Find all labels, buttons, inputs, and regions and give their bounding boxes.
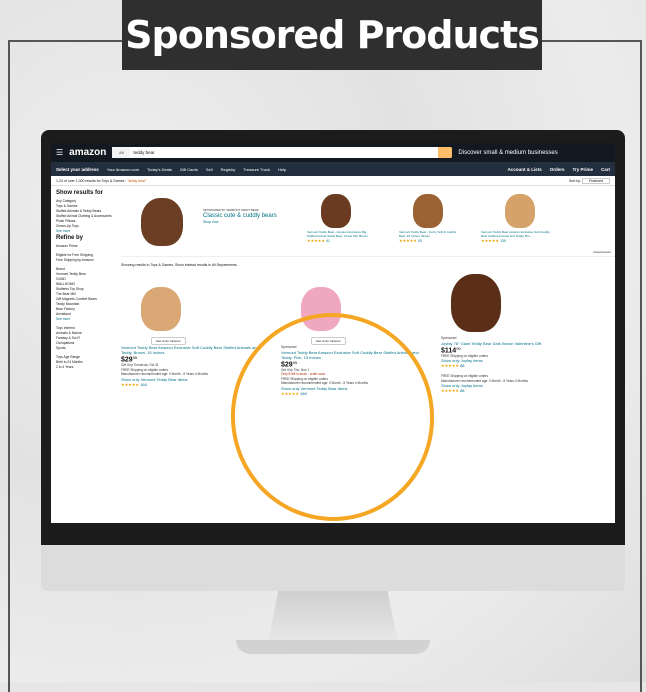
sort-label: Sort by: [568,178,581,183]
monitor-chin [41,545,625,591]
review-count[interactable]: 93 [418,239,422,243]
age-item[interactable]: 2 to 4 Years [56,365,112,370]
nav-link[interactable]: Treasure Truck [243,167,270,172]
color-options-button[interactable]: See Color Options [151,337,186,345]
sidebar-heading: Show results for [56,190,104,196]
star-rating: ★★★★★ [307,238,325,244]
sidebar-item[interactable]: Free Shipping by Amazon [56,258,112,263]
price: $114 [441,346,457,354]
star-rating: ★★★★★ [121,381,139,387]
bear-image[interactable] [505,194,535,228]
results-bar: 1-24 of over 1,000 results for Toys & Ga… [51,176,615,186]
review-count[interactable]: 168 [140,382,147,387]
search-bar[interactable]: All teddy bear [112,147,453,158]
headline-ad: SPONSORED BY VERMONT TEDDY BEAR Classic … [121,186,615,257]
results-query: "teddy bear" [127,178,147,183]
banner-title: Sponsored Products [125,13,540,57]
nav-link[interactable]: Sell [206,167,213,172]
price: $29 [121,356,133,364]
nav-link[interactable]: Gift Cards [180,167,198,172]
see-more-link[interactable]: See more [56,317,70,321]
cart-link[interactable]: Cart [601,167,610,172]
nav-link[interactable]: Your Amazon.com [107,167,139,172]
price-cents: 99 [456,345,461,351]
sidebar-item[interactable]: Amazon Prime [56,244,112,249]
nav-link[interactable]: Today's Deals [147,167,172,172]
search-input[interactable]: teddy bear [130,150,154,155]
see-more-link[interactable]: See more [56,229,70,233]
orders-link[interactable]: Orders [550,167,565,172]
promo-text[interactable]: Discover small & medium businesses [458,150,557,156]
star-rating: ★★★★★ [481,238,499,244]
review-count[interactable]: 41 [326,239,330,243]
shop-now-link[interactable]: Shop now [203,220,293,225]
review-count[interactable]: 88 [460,363,464,368]
product-title[interactable]: Vermont Teddy Bear - Amazon Exclusive Bi… [307,230,369,238]
account-lists[interactable]: Account & Lists [507,167,541,172]
star-rating: ★★★★★ [441,363,459,369]
price-cents: 95 [132,355,138,360]
search-icon[interactable] [438,147,453,158]
search-category[interactable]: All [112,147,131,158]
deliver-address[interactable]: Select your address [56,167,99,172]
title-banner: Sponsored Products [122,0,542,70]
monitor-stand [268,591,398,643]
product-title[interactable]: Vermont Teddy Bear Amazon Exclusive Soft… [481,230,556,238]
bear-image[interactable] [451,274,501,332]
product-title[interactable]: Vermont Teddy Bear Amazon Exclusive Soft… [121,345,271,355]
bear-image[interactable] [321,194,351,228]
results-summary: 1-24 of over 1,000 results for Toys & Ga… [56,178,128,183]
nav-link[interactable]: Registry [221,167,236,172]
interest-item[interactable]: Sports [56,346,112,351]
star-rating: ★★★★★ [441,388,459,394]
sort-select[interactable]: Featured [581,177,610,184]
review-count[interactable]: 139 [500,239,506,243]
menu-icon[interactable]: ☰ [56,148,63,157]
product-title[interactable]: Vermont Teddy Bear - Fuzzy Soft & Cuddly… [399,230,461,238]
review-count[interactable]: 88 [460,388,464,393]
star-rating: ★★★★★ [399,238,417,244]
nav-link[interactable]: Help [278,167,286,172]
amazon-header: ☰ amazon All teddy bear Discover small &… [51,143,615,162]
bear-image[interactable] [141,198,183,246]
bear-image[interactable] [141,287,181,331]
headline[interactable]: Classic cute & cuddly bears [203,213,293,220]
monitor-base [236,640,430,654]
refine-heading: Refine by [56,235,84,241]
bear-image[interactable] [413,194,443,228]
product-card: Sponsored Joyfay 78" Giant Teddy Bear Da… [441,266,591,393]
nav-bar: Select your address Your Amazon.com Toda… [51,162,615,176]
prime-link[interactable]: Try Prime [572,167,593,172]
amazon-logo[interactable]: amazon [69,147,106,158]
advertisement-label: Advertisement [593,249,611,254]
sidebar: Show results for Any Category Toys & Gam… [51,186,117,523]
